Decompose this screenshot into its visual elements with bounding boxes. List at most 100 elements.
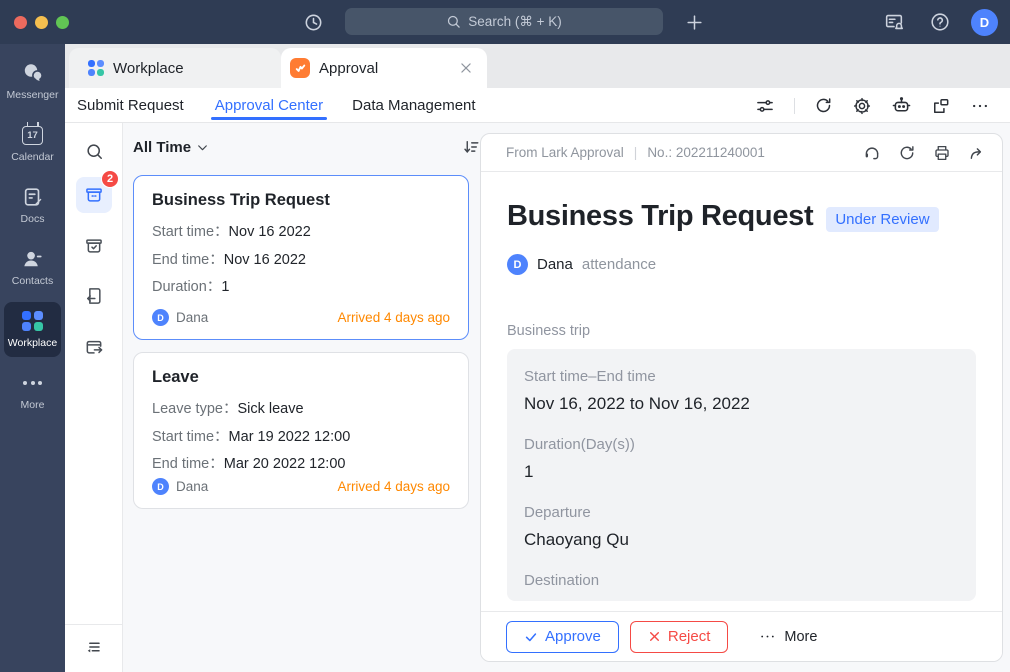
rail-cc-to-me[interactable] bbox=[76, 278, 112, 314]
detail-requester: D Dana attendance bbox=[507, 254, 976, 275]
close-window-button[interactable] bbox=[14, 16, 27, 29]
traffic-lights bbox=[14, 16, 69, 29]
detail-footer: Approve Reject More bbox=[481, 611, 1002, 661]
detail-number: No.: 202211240001 bbox=[647, 145, 765, 160]
list-settings-icon[interactable] bbox=[76, 629, 112, 665]
tab-approval[interactable]: Approval bbox=[281, 48, 487, 88]
user-avatar[interactable]: D bbox=[971, 9, 998, 36]
print-icon[interactable] bbox=[933, 144, 951, 162]
approval-content: 2 bbox=[65, 123, 1010, 672]
subnav-data-management[interactable]: Data Management bbox=[352, 88, 475, 122]
support-headset-icon[interactable] bbox=[863, 144, 881, 162]
sort-icon[interactable] bbox=[462, 138, 480, 156]
approval-rail: 2 bbox=[65, 123, 123, 672]
avatar: D bbox=[152, 309, 169, 326]
share-icon[interactable] bbox=[968, 144, 986, 162]
search-input[interactable]: Search (⌘ + K) bbox=[345, 8, 663, 35]
reject-button[interactable]: Reject bbox=[630, 621, 729, 653]
chevron-down-icon bbox=[196, 141, 209, 154]
sidebar-item-more[interactable]: More bbox=[4, 364, 61, 419]
approve-button[interactable]: Approve bbox=[506, 621, 619, 653]
toolbar-divider bbox=[794, 98, 795, 114]
list-header: All Time bbox=[133, 138, 480, 156]
sidebar-item-calendar[interactable]: 17 Calendar bbox=[4, 116, 61, 171]
sidebar-item-contacts[interactable]: Contacts bbox=[4, 240, 61, 295]
tab-label: Approval bbox=[319, 60, 378, 77]
avatar: D bbox=[152, 478, 169, 495]
tab-label: Workplace bbox=[113, 60, 184, 77]
detail-title: Business Trip Request bbox=[507, 200, 813, 233]
approval-detail-panel: From Lark Approval | No.: 202211240001 bbox=[480, 133, 1003, 662]
minimize-window-button[interactable] bbox=[35, 16, 48, 29]
sidebar-item-workplace[interactable]: Workplace bbox=[4, 302, 61, 357]
requester-name: Dana bbox=[176, 479, 208, 494]
subnav-approval-center[interactable]: Approval Center bbox=[215, 88, 323, 122]
list-search-icon[interactable] bbox=[76, 133, 112, 169]
sidebar-item-label: Workplace bbox=[8, 337, 57, 349]
notifications-icon[interactable] bbox=[879, 7, 909, 37]
arrived-timestamp: Arrived 4 days ago bbox=[337, 479, 450, 494]
detail-refresh-icon[interactable] bbox=[898, 144, 916, 162]
card-row: Start time：Mar 19 2022 12:00 bbox=[152, 424, 450, 452]
card-row: Leave type：Sick leave bbox=[152, 396, 450, 424]
popout-window-icon[interactable] bbox=[931, 96, 951, 116]
zoom-window-button[interactable] bbox=[56, 16, 69, 29]
sidebar-item-label: More bbox=[21, 399, 45, 411]
section-label: Business trip bbox=[507, 323, 976, 339]
rail-pending-approvals[interactable]: 2 bbox=[76, 177, 112, 213]
new-tab-plus-icon[interactable] bbox=[679, 7, 709, 37]
filter-sliders-icon[interactable] bbox=[755, 96, 775, 116]
requester-name: Dana bbox=[176, 310, 208, 325]
detail-source: From Lark Approval bbox=[506, 145, 624, 160]
history-icon[interactable] bbox=[298, 7, 328, 37]
sidebar-item-label: Messenger bbox=[7, 89, 59, 101]
toolbar-more-icon[interactable] bbox=[970, 96, 990, 116]
search-placeholder: Search (⌘ + K) bbox=[468, 14, 561, 30]
avatar: D bbox=[507, 254, 528, 275]
more-actions-button[interactable]: More bbox=[759, 628, 817, 645]
sidebar-item-label: Calendar bbox=[11, 151, 54, 163]
field: Departure Chaoyang Qu bbox=[524, 504, 959, 550]
sidebar-item-label: Contacts bbox=[12, 275, 53, 287]
field: Destination bbox=[524, 572, 959, 589]
close-tab-icon[interactable] bbox=[459, 61, 473, 75]
arrived-timestamp: Arrived 4 days ago bbox=[337, 310, 450, 325]
card-title: Business Trip Request bbox=[152, 191, 450, 210]
status-badge: Under Review bbox=[826, 207, 938, 232]
approval-card-business-trip[interactable]: Business Trip Request Start time：Nov 16 … bbox=[133, 175, 469, 340]
refresh-icon[interactable] bbox=[814, 96, 833, 115]
app-sidebar: Messenger 17 Calendar Docs Contacts bbox=[0, 44, 65, 672]
tab-strip: Workplace Approval bbox=[65, 44, 1010, 88]
search-icon bbox=[446, 14, 461, 29]
approval-card-leave[interactable]: Leave Leave type：Sick leave Start time：M… bbox=[133, 352, 469, 509]
workplace-icon bbox=[22, 309, 43, 333]
calendar-icon: 17 bbox=[22, 123, 43, 147]
ellipsis-icon bbox=[759, 628, 776, 645]
rail-divider bbox=[65, 624, 123, 625]
rail-processed[interactable] bbox=[76, 228, 112, 264]
approval-subnav: Submit Request Approval Center Data Mana… bbox=[65, 88, 1010, 123]
tab-workplace[interactable]: Workplace bbox=[69, 48, 281, 88]
sidebar-item-messenger[interactable]: Messenger bbox=[4, 54, 61, 109]
detail-header: From Lark Approval | No.: 202211240001 bbox=[481, 134, 1002, 172]
card-row: End time：Nov 16 2022 bbox=[152, 247, 450, 275]
contacts-icon bbox=[21, 247, 44, 271]
form-fields-box: Start time–End time Nov 16, 2022 to Nov … bbox=[507, 349, 976, 601]
check-icon bbox=[524, 630, 538, 644]
approval-app-icon bbox=[290, 58, 310, 78]
card-row: End time：Mar 20 2022 12:00 bbox=[152, 451, 450, 479]
pending-count-badge: 2 bbox=[101, 170, 119, 188]
subnav-submit-request[interactable]: Submit Request bbox=[77, 88, 184, 122]
help-icon[interactable] bbox=[925, 7, 955, 37]
card-row: Duration：1 bbox=[152, 274, 450, 302]
time-filter-dropdown[interactable]: All Time bbox=[133, 139, 209, 156]
card-row: Start time：Nov 16 2022 bbox=[152, 219, 450, 247]
docs-icon bbox=[22, 185, 44, 209]
field: Duration(Day(s)) 1 bbox=[524, 436, 959, 482]
settings-gear-icon[interactable] bbox=[852, 96, 872, 116]
rail-submitted-by-me[interactable] bbox=[76, 329, 112, 365]
bot-icon[interactable] bbox=[891, 95, 912, 116]
sidebar-item-docs[interactable]: Docs bbox=[4, 178, 61, 233]
sidebar-item-label: Docs bbox=[21, 213, 45, 225]
requester-dept: attendance bbox=[582, 256, 656, 273]
